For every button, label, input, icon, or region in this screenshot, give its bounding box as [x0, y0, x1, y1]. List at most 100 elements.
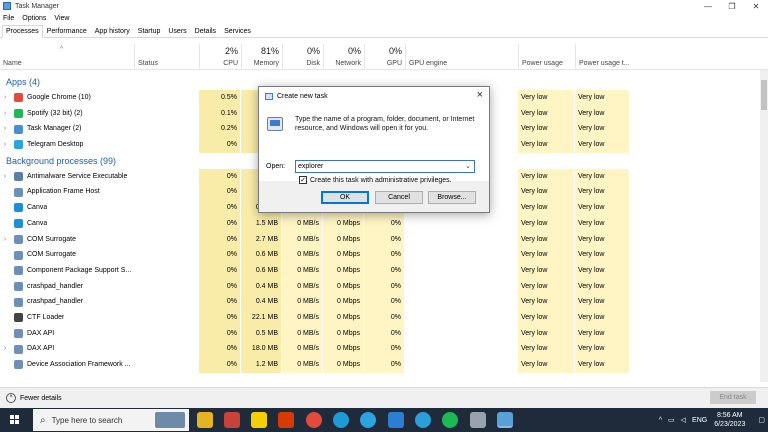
cpu-cell: 0.1%	[199, 105, 240, 122]
maximize-button[interactable]: ❐	[720, 0, 744, 12]
tray-language[interactable]: ENG	[692, 417, 707, 424]
admin-checkbox-label: Create this task with administrative pri…	[310, 176, 452, 184]
expand-chevron-icon[interactable]: ›	[0, 106, 10, 122]
search-highlight-icon	[155, 412, 185, 428]
process-name-cell: crashpad_handler	[0, 294, 198, 310]
mail-icon[interactable]	[470, 412, 486, 428]
chevron-down-icon[interactable]: ⌄	[465, 161, 471, 172]
column-power-trend[interactable]: Power usage t...	[575, 44, 630, 70]
scrollbar-thumb[interactable]	[761, 80, 767, 110]
gpu-cell: 0%	[364, 215, 404, 232]
column-power[interactable]: Power usage	[518, 44, 575, 70]
power-trend-cell: Very low	[575, 215, 629, 232]
expand-chevron-icon[interactable]: ›	[0, 137, 10, 153]
telegram-icon[interactable]	[360, 412, 376, 428]
cpu-cell: 0%	[199, 357, 240, 373]
tab-details[interactable]: Details	[191, 25, 220, 37]
file-explorer-icon[interactable]	[197, 412, 213, 428]
notification-icon[interactable]: ▢	[758, 416, 765, 424]
memory-total: 81%	[260, 46, 279, 56]
tab-app-history[interactable]: App history	[91, 25, 134, 37]
power-cell: Very low	[518, 200, 574, 216]
column-name[interactable]: Name	[0, 44, 134, 70]
network-icon[interactable]: ▭	[668, 416, 675, 424]
column-status[interactable]: Status	[134, 44, 199, 70]
network-cell: 0 Mbps	[323, 357, 363, 373]
table-row[interactable]: crashpad_handler 0% 0.4 MB 0 MB/s 0 Mbps 0% Ve…	[0, 278, 760, 295]
end-task-button[interactable]: End task	[710, 391, 756, 404]
taskbar-clock[interactable]: 8:56 AM 6/23/2023	[714, 411, 745, 429]
expand-chevron-icon[interactable]: ›	[0, 341, 10, 357]
table-row[interactable]: › DAX API 0% 18.0 MB 0 MB/s 0 Mbps 0% Very low V…	[0, 341, 760, 357]
table-row[interactable]: Canva 0% 1.5 MB 0 MB/s 0 Mbps 0% Very low Very …	[0, 215, 760, 232]
canva-icon[interactable]	[333, 412, 349, 428]
cancel-button[interactable]: Cancel	[375, 191, 423, 204]
network-cell: 0 Mbps	[323, 215, 363, 232]
edge-icon[interactable]	[415, 412, 431, 428]
table-row[interactable]: DAX API 0% 0.5 MB 0 MB/s 0 Mbps 0% Very low Ver…	[0, 325, 760, 342]
tray-chevron-icon[interactable]: ^	[659, 417, 662, 424]
column-network[interactable]: 0% Network	[323, 44, 364, 70]
power-trend-cell: Very low	[575, 247, 629, 263]
tab-performance[interactable]: Performance	[43, 25, 91, 37]
table-row[interactable]: crashpad_handler 0% 0.4 MB 0 MB/s 0 Mbps 0% Ve…	[0, 294, 760, 310]
power-cell: Very low	[518, 121, 574, 138]
dialog-title-bar: Create new task	[259, 87, 489, 105]
menu-file[interactable]: File	[3, 15, 14, 22]
column-gpu-engine[interactable]: GPU engine	[405, 44, 518, 70]
menu-view[interactable]: View	[54, 15, 69, 22]
column-memory[interactable]: 81% Memory	[241, 44, 282, 70]
expand-chevron-icon[interactable]: ›	[0, 169, 10, 185]
fewer-details-button[interactable]: ^ Fewer details	[6, 393, 62, 403]
store-icon[interactable]	[224, 412, 240, 428]
open-input-value[interactable]: explorer	[298, 163, 323, 170]
menu-options[interactable]: Options	[22, 15, 46, 22]
menu-bar: File Options View	[0, 12, 77, 24]
expand-chevron-icon[interactable]: ›	[0, 90, 10, 106]
spotify-icon[interactable]	[442, 412, 458, 428]
taskbar-search[interactable]: ⌕ Type here to search	[33, 409, 189, 431]
office-icon[interactable]	[278, 412, 294, 428]
tab-startup[interactable]: Startup	[134, 25, 165, 37]
browse-button[interactable]: Browse...	[428, 191, 476, 204]
table-row[interactable]: Device Association Framework ... 0% 1.2 MB…	[0, 357, 760, 373]
footer: ^ Fewer details End task	[0, 387, 768, 408]
gpu-engine-cell	[405, 232, 517, 248]
power-trend-cell: Very low	[575, 357, 629, 373]
run-icon	[267, 117, 283, 131]
task-manager-taskbar-icon[interactable]	[497, 412, 513, 428]
tab-processes[interactable]: Processes	[2, 25, 43, 38]
column-cpu-label: CPU	[223, 60, 238, 67]
minimize-button[interactable]: —	[696, 0, 720, 12]
sticky-notes-icon[interactable]	[251, 412, 267, 428]
table-row[interactable]: CTF Loader 0% 22.1 MB 0 MB/s 0 Mbps 0% Very lo…	[0, 309, 760, 326]
dialog-close-icon[interactable]: ×	[477, 89, 483, 101]
table-row[interactable]: Component Package Support S... 0% 0.6 MB 0 …	[0, 262, 760, 279]
tab-services[interactable]: Services	[220, 25, 255, 37]
cpu-cell: 0%	[199, 200, 240, 216]
tab-users[interactable]: Users	[164, 25, 190, 37]
table-row[interactable]: › COM Surrogate 0% 2.7 MB 0 MB/s 0 Mbps 0% Very…	[0, 231, 760, 248]
disk-total: 0%	[306, 46, 320, 56]
table-row[interactable]: COM Surrogate 0% 0.6 MB 0 MB/s 0 Mbps 0% Very …	[0, 247, 760, 263]
cpu-cell: 0%	[199, 168, 240, 185]
process-name: Spotify (32 bit) (2)	[27, 109, 83, 117]
vertical-scrollbar[interactable]	[760, 70, 768, 382]
gpu-cell: 0%	[364, 309, 404, 326]
admin-checkbox[interactable]: ✓	[299, 176, 307, 184]
disk-cell: 0 MB/s	[282, 309, 322, 326]
close-button[interactable]: ✕	[744, 0, 768, 12]
windows-start-icon[interactable]	[10, 415, 20, 425]
column-gpu[interactable]: 0% GPU	[364, 44, 405, 70]
open-combobox[interactable]: explorer ⌄	[295, 160, 475, 173]
column-disk[interactable]: 0% Disk	[282, 44, 323, 70]
chrome-icon[interactable]	[306, 412, 322, 428]
gpu-total: 0%	[388, 46, 402, 56]
column-cpu[interactable]: 2% CPU	[199, 44, 241, 70]
admin-checkbox-row[interactable]: ✓ Create this task with administrative p…	[299, 176, 452, 184]
expand-chevron-icon[interactable]: ›	[0, 121, 10, 137]
volume-icon[interactable]: ◁	[681, 416, 686, 424]
expand-chevron-icon[interactable]: ›	[0, 232, 10, 248]
ok-button[interactable]: OK	[321, 191, 369, 204]
vscode-icon[interactable]	[388, 412, 404, 428]
